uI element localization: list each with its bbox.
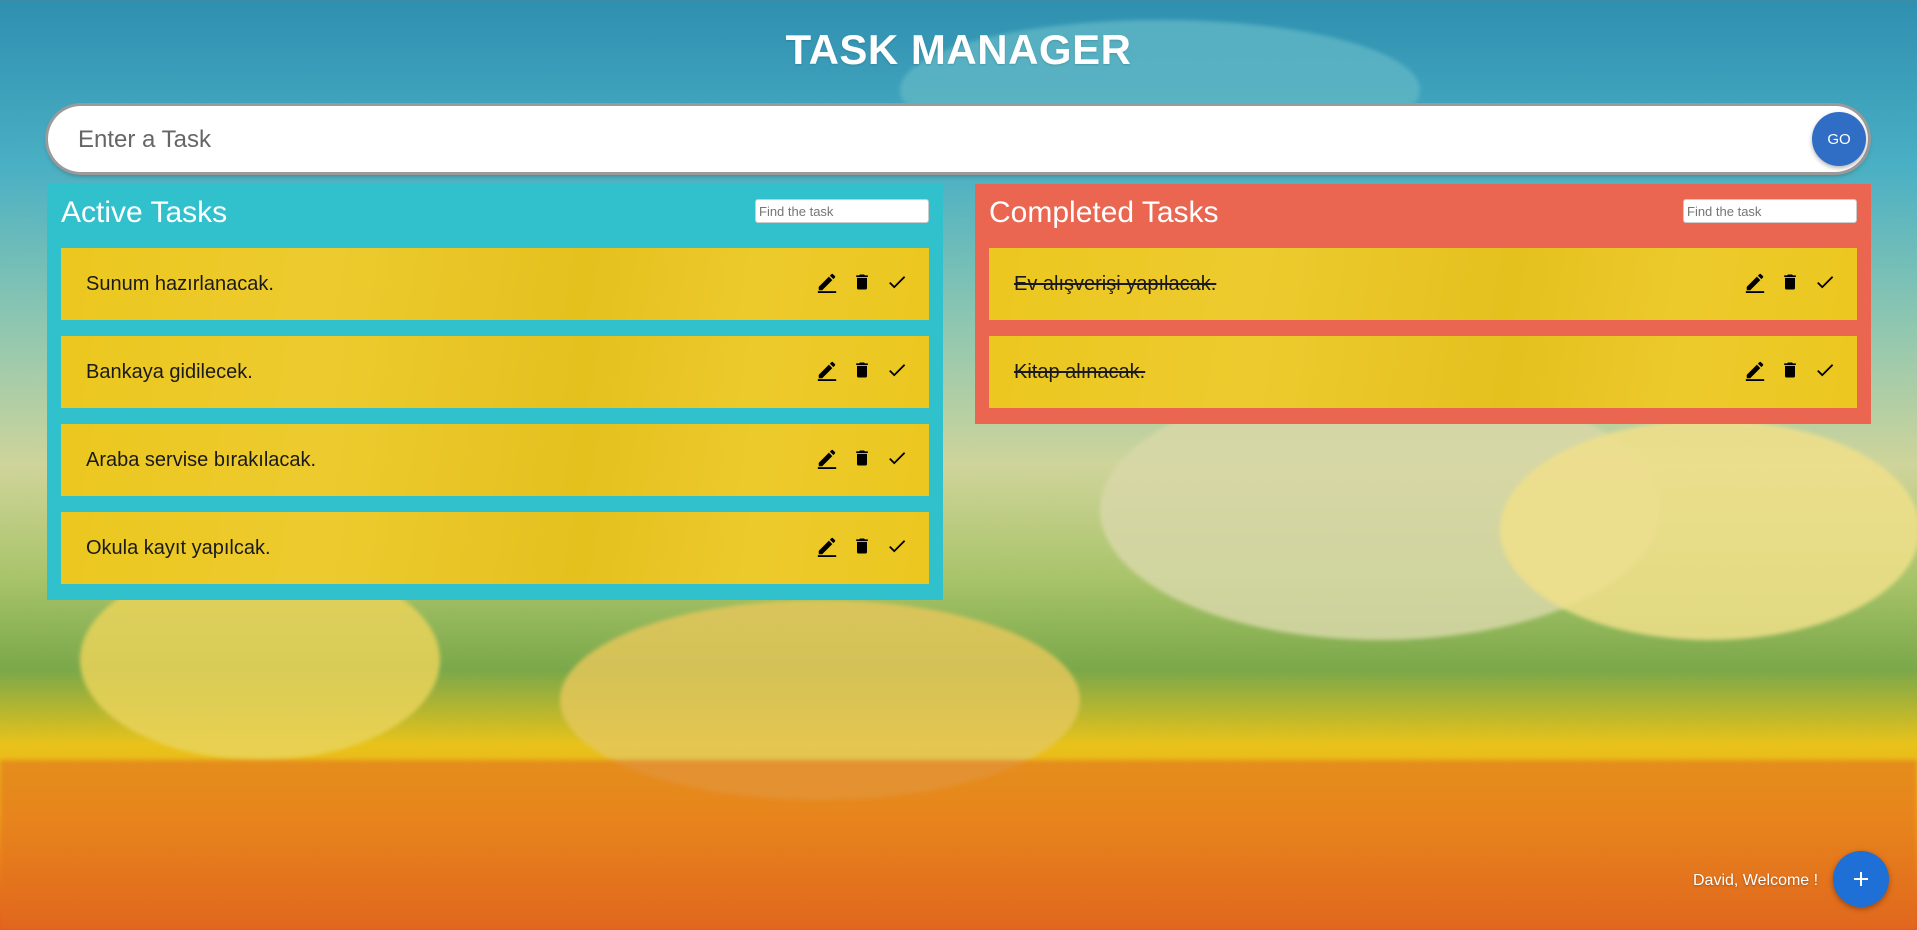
pencil-icon[interactable] [815, 446, 839, 470]
welcome-message: David, Welcome ! [1693, 872, 1819, 889]
plus-icon [1854, 872, 1868, 886]
check-icon[interactable] [1813, 358, 1837, 382]
completed-search-input[interactable] [1683, 199, 1857, 223]
pencil-icon[interactable] [1743, 358, 1767, 382]
task-actions [815, 446, 909, 470]
pencil-icon[interactable] [815, 534, 839, 558]
check-icon[interactable] [885, 358, 909, 382]
go-button[interactable]: GO [1812, 112, 1866, 166]
task-text: Okula kayıt yapılcak. [86, 537, 271, 559]
add-button[interactable] [1833, 851, 1889, 907]
task-text: Ev alışverişi yapılacak. [1014, 273, 1217, 295]
active-tasks-title: Active Tasks [61, 196, 228, 229]
pencil-icon[interactable] [815, 358, 839, 382]
active-task-item: Araba servise bırakılacak. [61, 424, 929, 496]
trash-icon[interactable] [1778, 270, 1802, 294]
completed-task-item: Kitap alınacak. [989, 336, 1857, 408]
check-icon[interactable] [1813, 270, 1837, 294]
completed-task-item: Ev alışverişi yapılacak. [989, 248, 1857, 320]
completed-tasks-header: Completed Tasks [989, 184, 1857, 248]
trash-icon[interactable] [850, 358, 874, 382]
active-task-item: Okula kayıt yapılcak. [61, 512, 929, 584]
task-text: Bankaya gidilecek. [86, 361, 253, 383]
active-tasks-header: Active Tasks [61, 184, 929, 248]
trash-icon[interactable] [850, 534, 874, 558]
completed-tasks-title: Completed Tasks [989, 196, 1219, 229]
task-text: Araba servise bırakılacak. [86, 449, 317, 471]
pencil-icon[interactable] [815, 270, 839, 294]
task-text: Sunum hazırlanacak. [86, 273, 274, 295]
task-text: Kitap alınacak. [1014, 361, 1146, 383]
pencil-icon[interactable] [1743, 270, 1767, 294]
active-tasks-panel: Active Tasks Sunum hazırlanacak. Bankaya… [47, 184, 943, 600]
page-title: TASK MANAGER [785, 26, 1132, 73]
check-icon[interactable] [885, 270, 909, 294]
new-task-input[interactable] [76, 120, 1780, 160]
new-task-bar: GO [48, 106, 1868, 172]
trash-icon[interactable] [850, 270, 874, 294]
check-icon[interactable] [885, 446, 909, 470]
task-actions [1743, 270, 1837, 294]
trash-icon[interactable] [1778, 358, 1802, 382]
task-actions [815, 270, 909, 294]
active-task-item: Sunum hazırlanacak. [61, 248, 929, 320]
task-actions [1743, 358, 1837, 382]
active-task-item: Bankaya gidilecek. [61, 336, 929, 408]
task-actions [815, 534, 909, 558]
task-actions [815, 358, 909, 382]
check-icon[interactable] [885, 534, 909, 558]
completed-tasks-panel: Completed Tasks Ev alışverişi yapılacak.… [975, 184, 1871, 424]
trash-icon[interactable] [850, 446, 874, 470]
active-search-input[interactable] [755, 199, 929, 223]
